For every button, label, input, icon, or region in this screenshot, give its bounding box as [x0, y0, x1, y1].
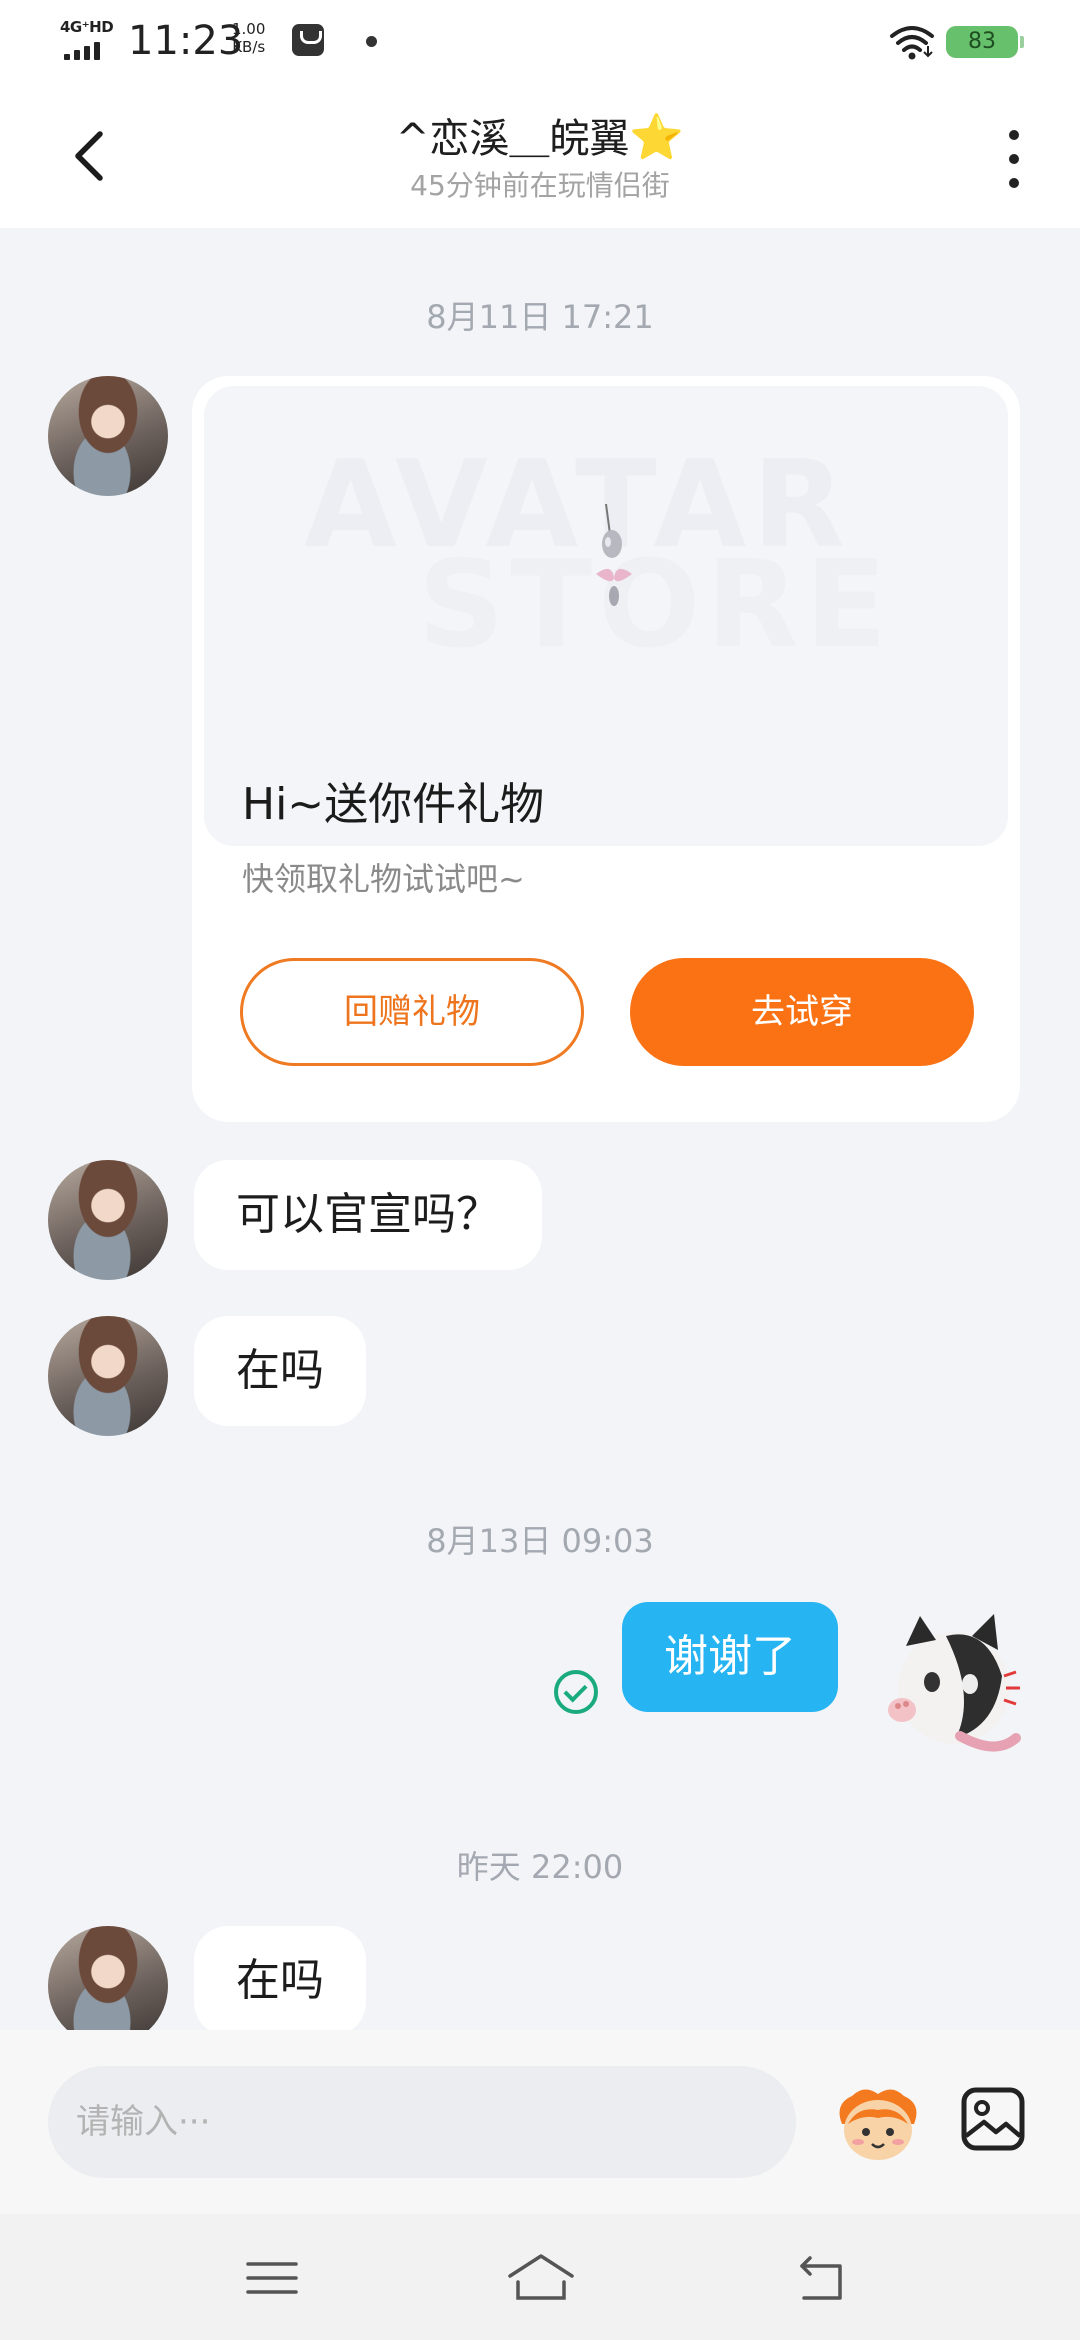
star-icon: ⭐	[629, 112, 685, 163]
message-bubble[interactable]: 在吗	[194, 1316, 366, 1426]
status-bar: 4G⁺HD 11:23 1.00 KB/s 83	[0, 0, 1080, 84]
network-type: 4G⁺HD	[60, 18, 114, 36]
notification-dot	[366, 36, 377, 47]
gift-item-icon	[596, 504, 632, 606]
home-icon[interactable]	[506, 2248, 576, 2308]
more-vertical-icon[interactable]	[996, 126, 1032, 192]
message-input[interactable]: 请输入···	[48, 2066, 796, 2178]
contact-avatar[interactable]	[48, 1926, 168, 2030]
my-message-bubble[interactable]: 谢谢了	[622, 1602, 838, 1712]
sent-check-icon	[554, 1670, 598, 1714]
try-on-button[interactable]: 去试穿	[630, 958, 974, 1066]
shopping-bag-icon	[292, 24, 324, 56]
network-speed: 1.00 KB/s	[232, 20, 265, 56]
image-icon[interactable]	[960, 2086, 1026, 2152]
contact-status: 45分钟前在玩情侣街	[410, 169, 670, 202]
gift-description: 快领取礼物试试吧~	[242, 860, 525, 898]
timestamp: 昨天 22:00	[456, 1848, 624, 1886]
speed-value: 1.00	[232, 20, 266, 38]
gift-title: Hi~送你件礼物	[242, 779, 545, 830]
watermark-store: STORE	[418, 536, 893, 675]
signal-icon: 4G⁺HD	[58, 18, 118, 62]
contact-avatar[interactable]	[48, 1160, 168, 1280]
contact-name-text: ^恋溪＿皖翼	[395, 116, 630, 162]
wifi-icon	[890, 26, 934, 60]
clock: 11:23	[128, 18, 244, 64]
my-avatar[interactable]	[876, 1606, 1026, 1766]
emoji-face-icon[interactable]	[834, 2084, 922, 2164]
back-nav-icon[interactable]	[792, 2248, 852, 2308]
gift-card[interactable]: AVATAR STORE Hi~送你件礼物 快领取礼物试试吧~ 回赠礼物 去试穿	[192, 376, 1020, 1122]
chat-message-list[interactable]: 8月11日 17:21 AVATAR STORE Hi~送你件礼物 快领取礼物试…	[0, 228, 1080, 2030]
return-gift-button[interactable]: 回赠礼物	[240, 958, 584, 1066]
system-nav-bar	[0, 2214, 1080, 2340]
chat-header: ^恋溪＿皖翼⭐ 45分钟前在玩情侣街	[0, 84, 1080, 228]
contact-avatar[interactable]	[48, 376, 168, 496]
timestamp: 8月11日 17:21	[426, 298, 654, 336]
contact-name[interactable]: ^恋溪＿皖翼⭐	[0, 106, 1080, 164]
timestamp: 8月13日 09:03	[426, 1522, 654, 1560]
input-bar: 请输入···	[0, 2030, 1080, 2214]
speed-unit: KB/s	[232, 38, 266, 56]
message-bubble[interactable]: 可以官宣吗？	[194, 1160, 542, 1270]
contact-avatar[interactable]	[48, 1316, 168, 1436]
menu-icon[interactable]	[242, 2248, 302, 2308]
battery-indicator: 83	[946, 26, 1024, 58]
message-bubble[interactable]: 在吗	[194, 1926, 366, 2030]
